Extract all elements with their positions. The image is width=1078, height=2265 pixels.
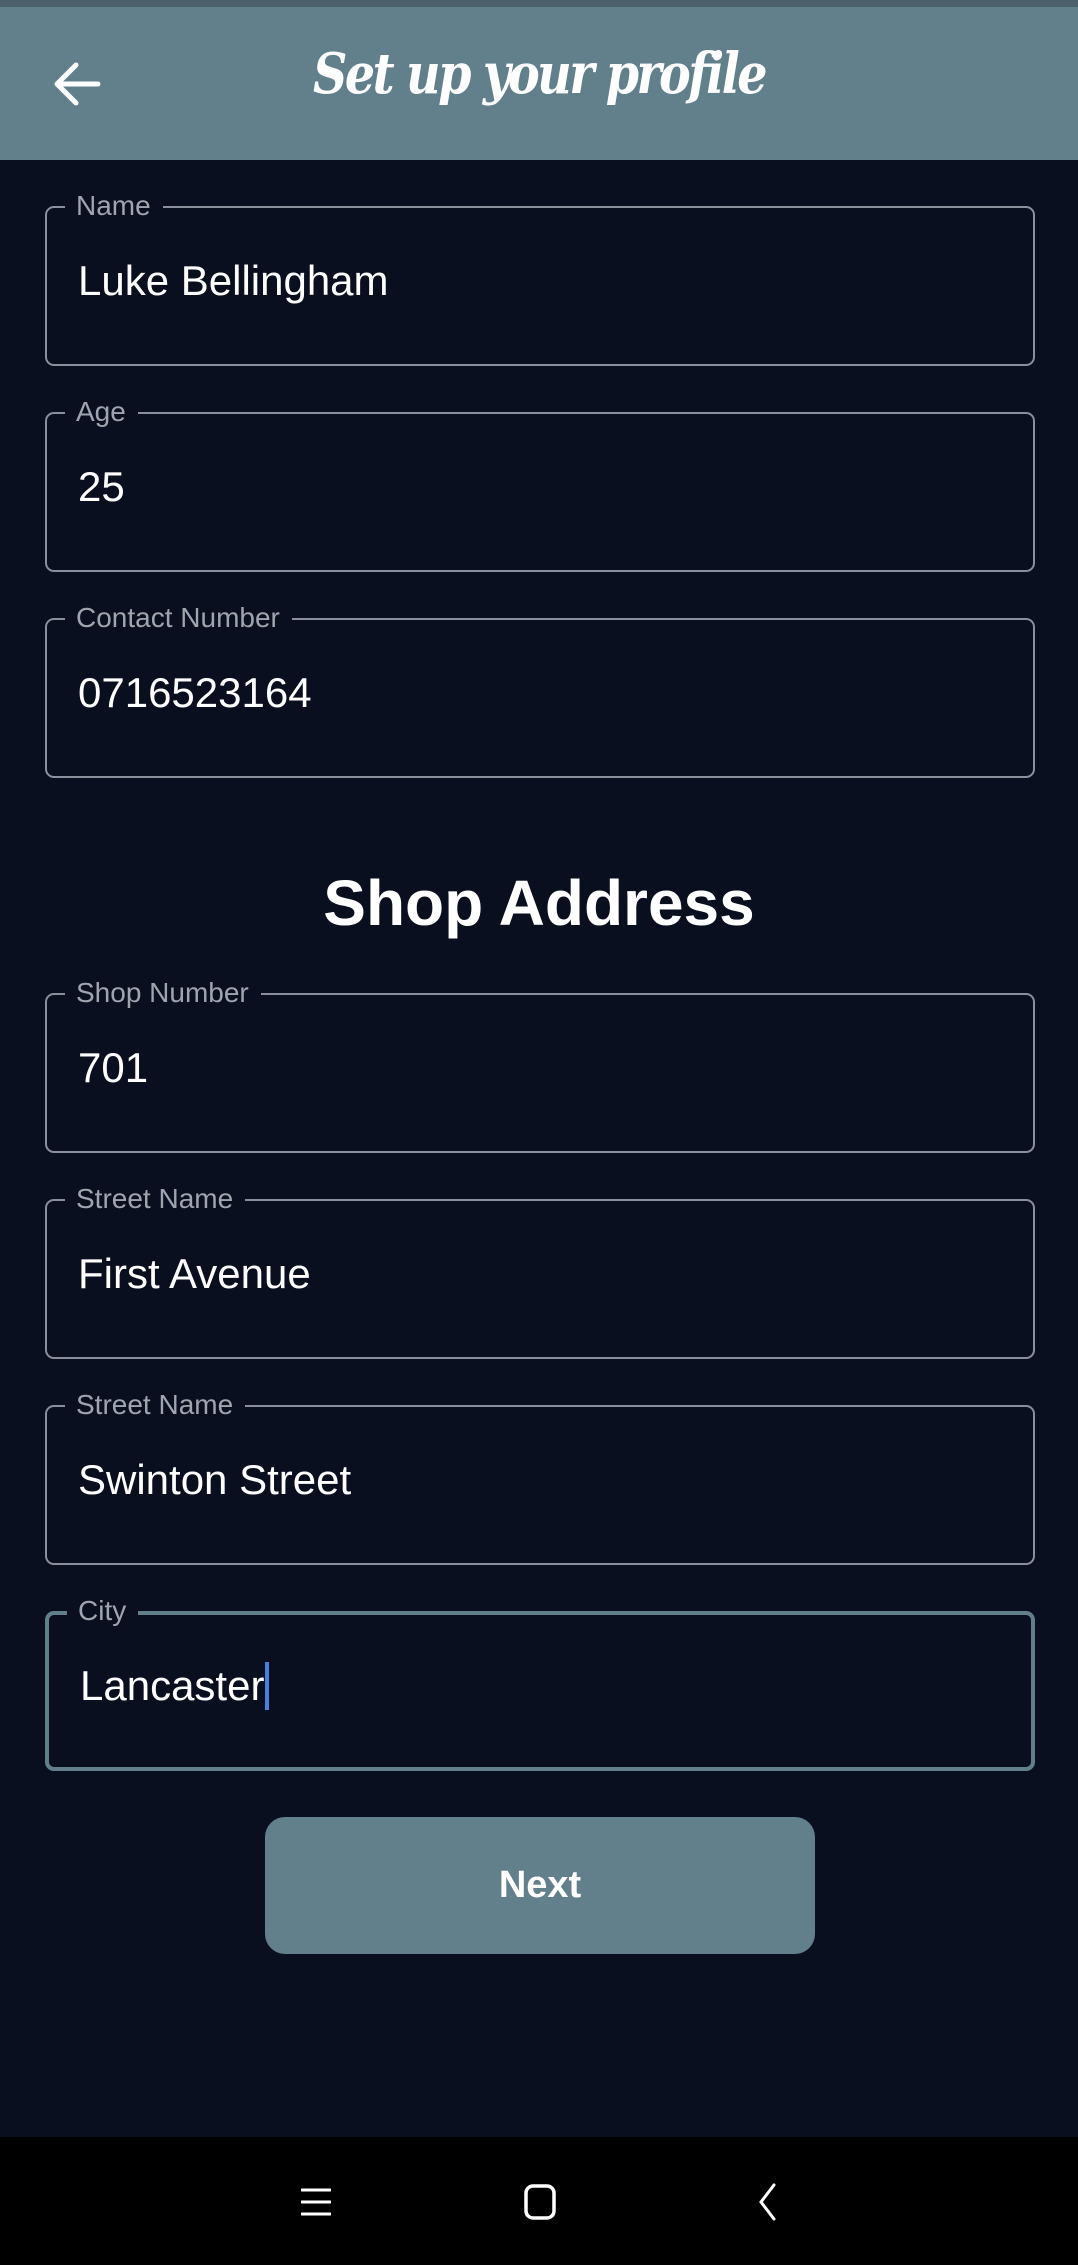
shop-address-heading: Shop Address [323,867,755,939]
shop-number-field[interactable]: Shop Number 701 [45,978,1035,1153]
recent-apps-button[interactable] [286,2177,346,2227]
street-name-input[interactable]: First Avenue [78,1249,978,1299]
contact-number-label: Contact Number [65,603,292,633]
system-nav-bar [0,2137,1078,2265]
street-name-2-field[interactable]: Street Name Swinton Street [45,1390,1035,1565]
name-input[interactable]: Luke Bellingham [78,256,978,306]
contact-number-input[interactable]: 0716523164 [78,668,978,718]
street-name-2-label: Street Name [65,1390,246,1420]
street-name-label: Street Name [65,1184,246,1214]
city-input[interactable]: Lancaster [80,1661,980,1711]
street-name-field[interactable]: Street Name First Avenue [45,1184,1035,1359]
age-label: Age [65,397,138,427]
name-field[interactable]: Name Luke Bellingham [45,191,1035,366]
shop-number-label: Shop Number [65,978,261,1008]
home-button[interactable] [510,2177,570,2227]
chevron-left-icon [759,2183,776,2221]
age-field[interactable]: Age 25 [45,397,1035,572]
app-header: Set up your profile [0,7,1078,160]
age-input[interactable]: 25 [78,462,978,512]
square-icon [524,2184,556,2220]
contact-number-field[interactable]: Contact Number 0716523164 [45,603,1035,778]
name-label: Name [65,191,163,221]
city-field[interactable]: City Lancaster [45,1596,1035,1771]
text-caret [265,1662,270,1710]
shop-number-input[interactable]: 701 [78,1043,978,1093]
city-label: City [67,1596,139,1626]
street-name-2-input[interactable]: Swinton Street [78,1455,978,1505]
status-bar [0,0,1078,7]
system-back-button[interactable] [736,2177,796,2227]
next-button[interactable]: Next [265,1817,815,1954]
city-value: Lancaster [80,1662,265,1709]
menu-icon [301,2188,331,2216]
page-title: Set up your profile [313,41,767,107]
